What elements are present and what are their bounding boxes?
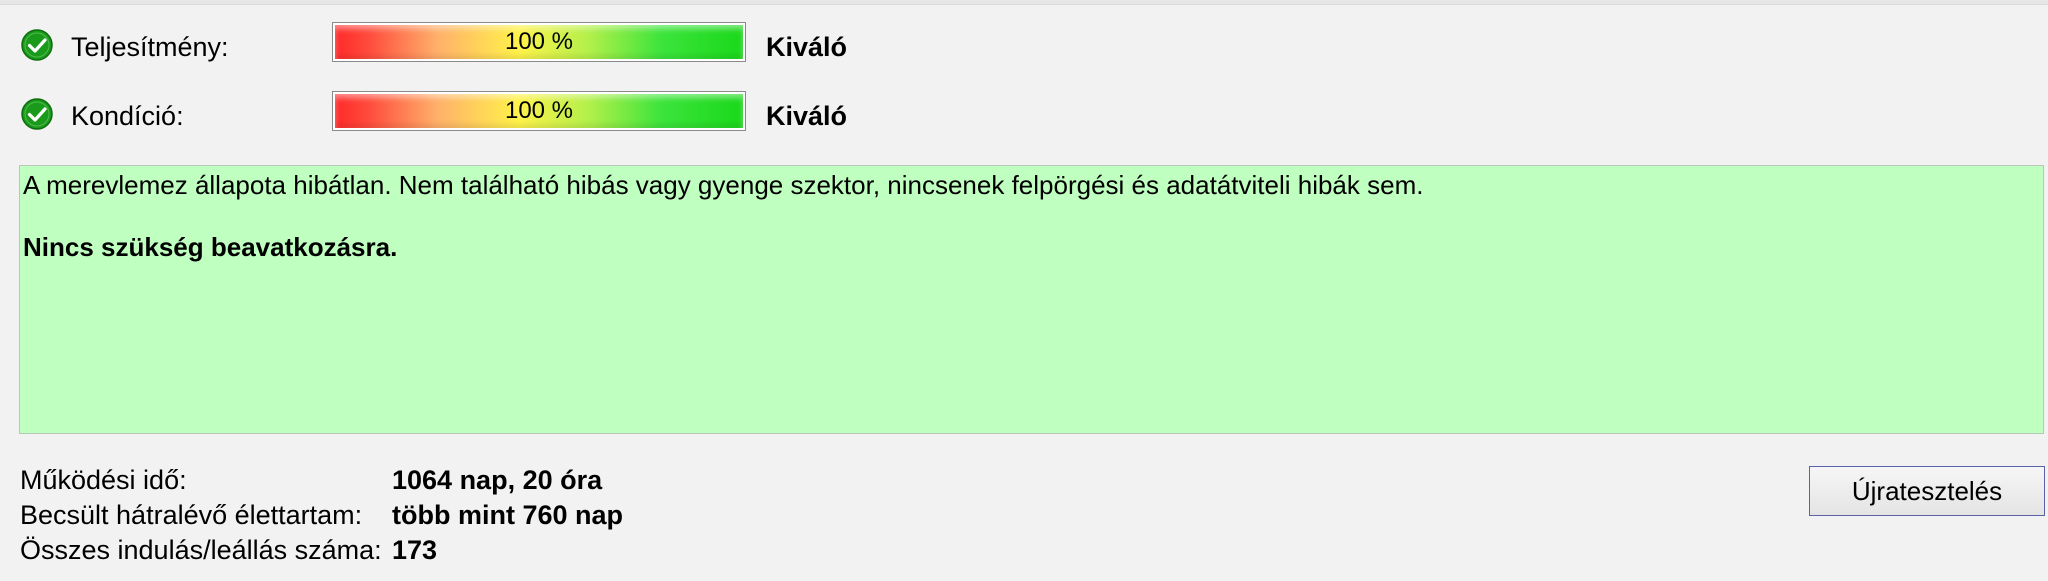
progress-fill: 100 %: [335, 94, 743, 128]
top-tab-strip: [0, 0, 2048, 5]
progress-fill: 100 %: [335, 25, 743, 59]
metric-rating: Kiváló: [766, 101, 848, 131]
performance-progress-bar: 100 %: [332, 22, 746, 62]
info-key: Összes indulás/leállás száma:: [20, 535, 382, 565]
metric-row-performance: Teljesítmény: 100 % Kiváló: [0, 22, 1000, 66]
info-value: 1064 nap, 20 óra: [392, 465, 603, 495]
info-value: több mint 760 nap: [392, 500, 624, 530]
check-circle-icon: [21, 98, 53, 130]
metric-label: Kondíció:: [71, 101, 184, 131]
check-circle-icon: [21, 29, 53, 61]
status-message-text: A merevlemez állapota hibátlan. Nem talá…: [23, 170, 1424, 200]
metric-label: Teljesítmény:: [71, 32, 229, 62]
condition-progress-bar: 100 %: [332, 91, 746, 131]
progress-text: 100 %: [504, 28, 574, 55]
retest-button[interactable]: Újratesztelés: [1809, 466, 2045, 516]
status-message-action: Nincs szükség beavatkozásra.: [23, 232, 398, 262]
status-message-box: A merevlemez állapota hibátlan. Nem talá…: [19, 165, 2044, 434]
info-value: 173: [392, 535, 438, 565]
progress-text: 100 %: [504, 97, 574, 124]
metric-row-condition: Kondíció: 100 % Kiváló: [0, 91, 1000, 135]
info-key: Működési idő:: [20, 465, 187, 495]
info-key: Becsült hátralévő élettartam:: [20, 500, 363, 530]
metric-rating: Kiváló: [766, 32, 848, 62]
